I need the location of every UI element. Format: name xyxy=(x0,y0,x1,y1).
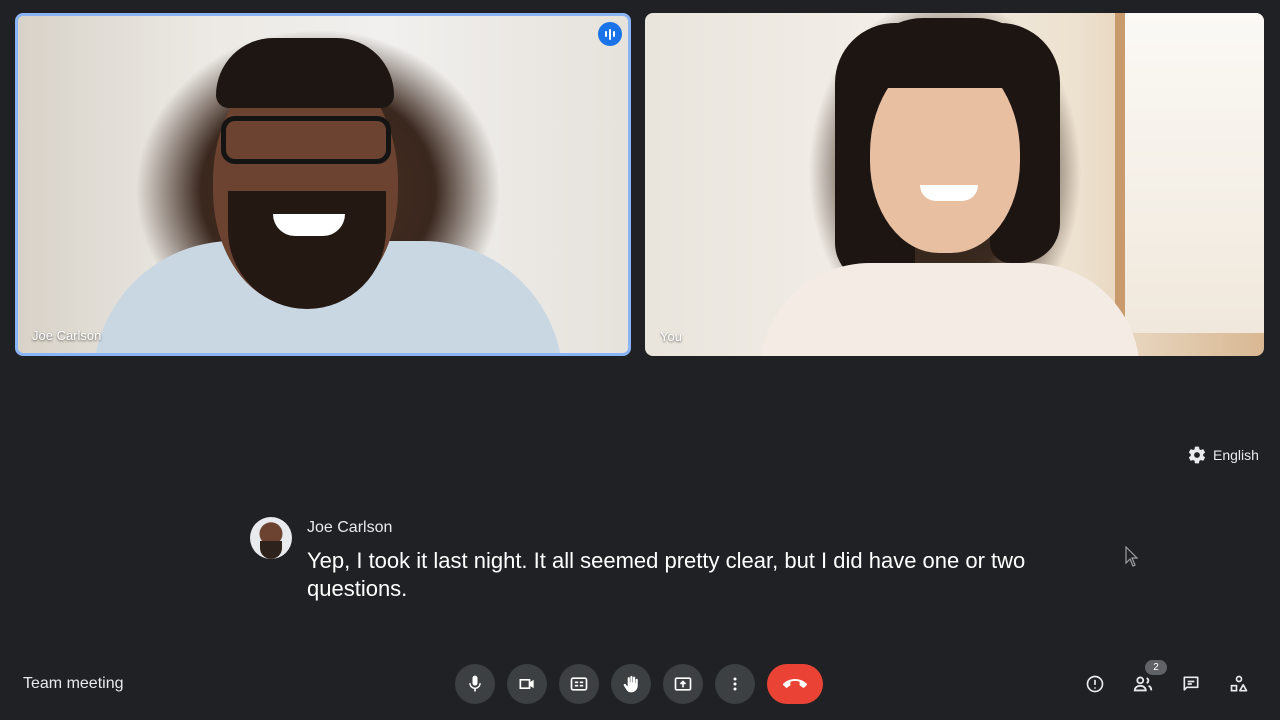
speaking-indicator-icon xyxy=(598,22,622,46)
people-button[interactable] xyxy=(1131,672,1155,696)
more-options-button[interactable] xyxy=(715,664,755,704)
meeting-details-button[interactable] xyxy=(1083,672,1107,696)
leave-call-button[interactable] xyxy=(767,664,823,704)
background-window xyxy=(1115,13,1264,333)
participant-video-smile xyxy=(273,214,345,236)
raise-hand-button[interactable] xyxy=(611,664,651,704)
meeting-title: Team meeting xyxy=(23,675,124,692)
participant-video-smile xyxy=(920,185,978,201)
participant-tile-you[interactable]: You xyxy=(645,13,1264,356)
people-icon xyxy=(1133,676,1153,692)
caption-speaker-avatar xyxy=(250,517,292,559)
present-screen-icon xyxy=(674,677,692,691)
caption-language-label: English xyxy=(1213,447,1259,463)
more-vert-icon xyxy=(733,677,737,691)
chat-button[interactable] xyxy=(1179,672,1203,696)
participant-video-glasses xyxy=(221,116,391,164)
participant-video-hair xyxy=(860,18,1040,88)
mic-icon xyxy=(469,675,481,692)
hand-icon xyxy=(623,675,638,693)
gear-icon xyxy=(1188,446,1206,464)
hang-up-icon xyxy=(783,679,807,688)
captions-button[interactable] xyxy=(559,664,599,704)
activities-icon xyxy=(1230,675,1248,692)
info-icon xyxy=(1086,675,1104,693)
participant-name: You xyxy=(660,329,682,344)
participant-tile-joe-carlson[interactable]: Joe Carlson xyxy=(15,13,631,356)
participant-video-hair xyxy=(216,38,394,108)
camera-icon xyxy=(519,679,534,689)
mouse-cursor-icon xyxy=(1125,546,1139,567)
activities-button[interactable] xyxy=(1227,672,1251,696)
closed-captions-icon xyxy=(570,677,588,691)
microphone-button[interactable] xyxy=(455,664,495,704)
participant-name: Joe Carlson xyxy=(32,328,102,343)
caption-text: Yep, I took it last night. It all seemed… xyxy=(307,548,1026,601)
camera-button[interactable] xyxy=(507,664,547,704)
caption-language-selector[interactable]: English xyxy=(1187,445,1259,465)
present-button[interactable] xyxy=(663,664,703,704)
chat-icon xyxy=(1183,676,1199,691)
caption-speaker-name: Joe Carlson xyxy=(307,519,393,536)
participant-video-shirt xyxy=(760,263,1140,356)
people-count-badge: 2 xyxy=(1145,660,1167,675)
